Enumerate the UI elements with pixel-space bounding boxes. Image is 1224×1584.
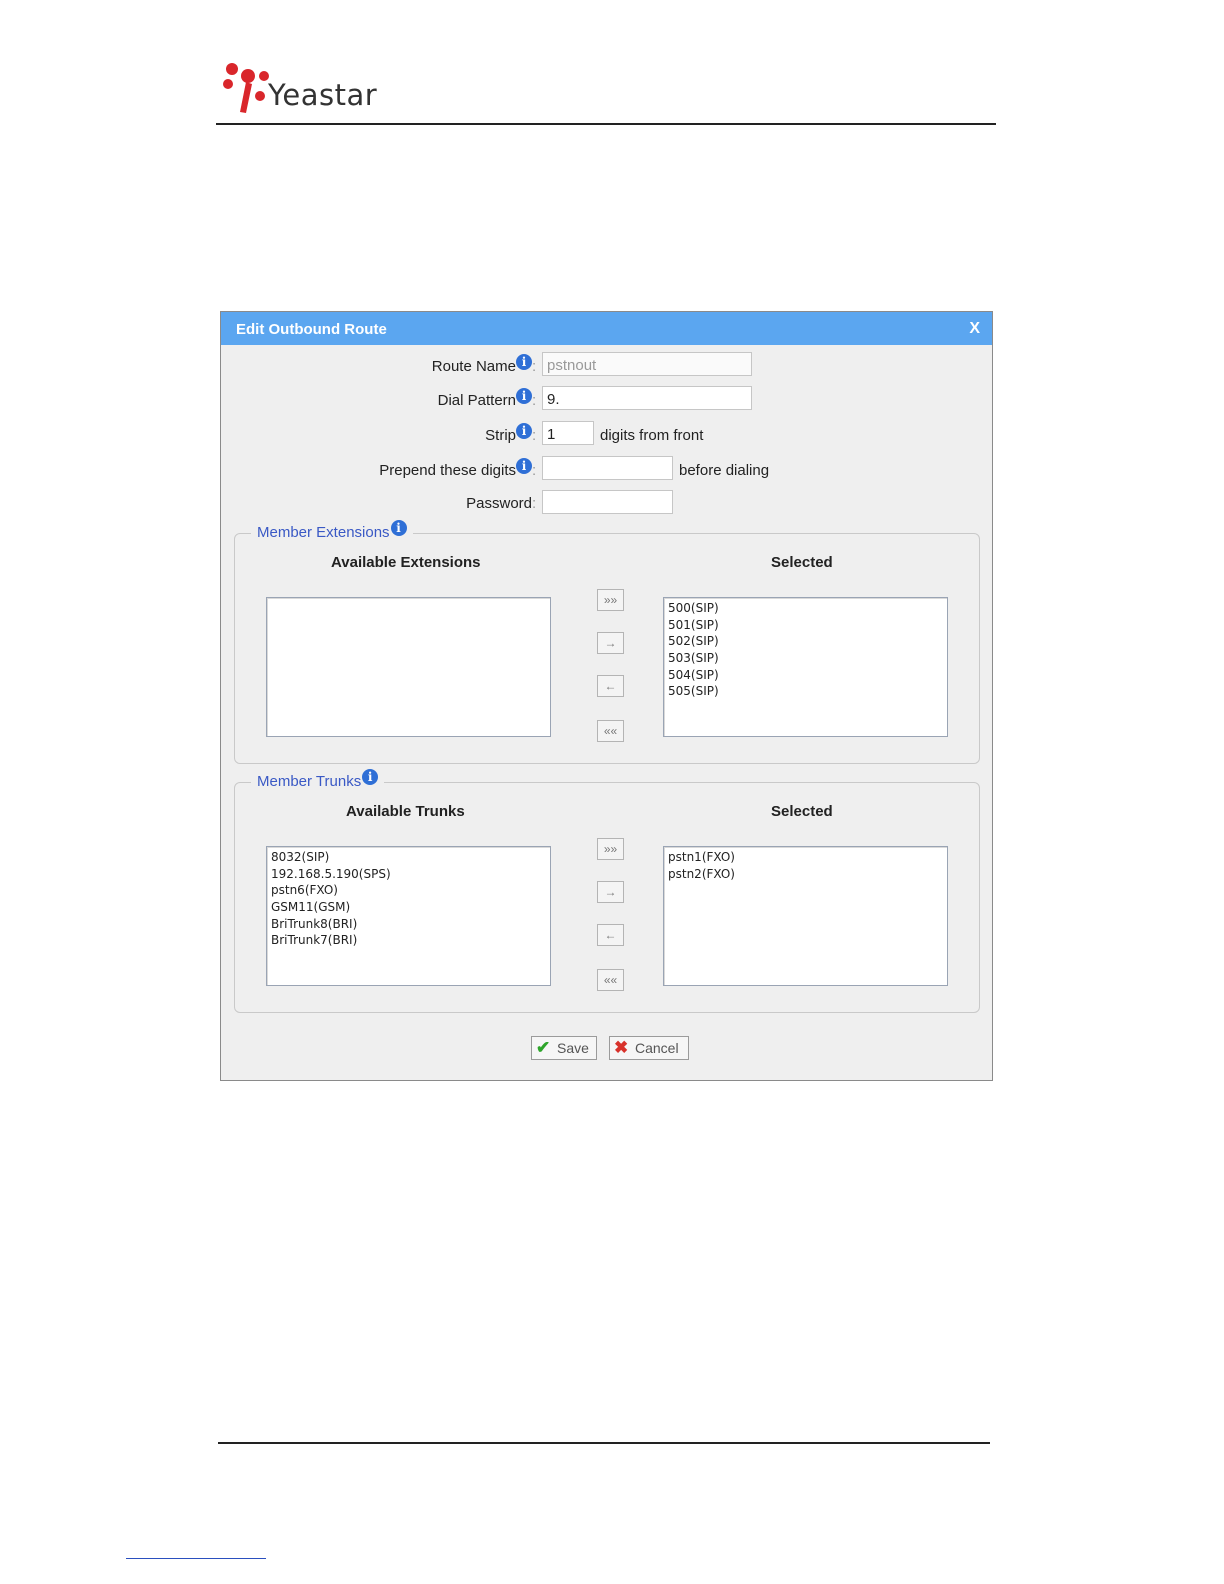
list-option[interactable]: pstn2(FXO) [664,866,947,883]
strip-row: Strip i [221,423,532,447]
available-extensions-list[interactable] [266,597,551,737]
list-option[interactable]: 192.168.5.190(SPS) [267,866,550,883]
info-icon[interactable]: i [362,769,379,785]
list-option[interactable]: 8032(SIP) [267,849,550,866]
list-option[interactable]: 503(SIP) [664,650,947,667]
yeastar-logo-icon [223,63,269,113]
info-icon[interactable]: i [390,520,407,536]
info-icon[interactable]: i [516,388,532,404]
checkmark-icon: ✔ [536,1038,551,1057]
footer-rule [218,1442,990,1444]
move-right-button[interactable]: → [597,881,624,903]
header-rule [216,123,996,125]
colon: : [532,427,537,444]
info-icon[interactable]: i [516,354,532,370]
strip-suffix: digits from front [600,427,704,444]
move-all-right-button[interactable]: »» [597,589,624,611]
available-trunks-title: Available Trunks [346,803,465,820]
password-label: Password [466,495,532,512]
move-all-left-button[interactable]: «« [597,720,624,742]
close-icon[interactable]: X [969,320,980,338]
member-extensions-legend: Member Extensions i [251,520,413,541]
cancel-button[interactable]: ✖ Cancel [609,1036,689,1060]
prepend-input[interactable] [542,456,673,480]
move-left-button[interactable]: ← [597,675,624,697]
password-row: Password [221,491,532,515]
member-trunks-legend: Member Trunks i [251,769,385,790]
colon: : [532,495,537,512]
move-all-right-button[interactable]: »» [597,838,624,860]
selected-trunks-title: Selected [771,803,833,820]
member-extensions-fieldset: Member Extensions i Available Extensions … [234,520,980,764]
info-icon[interactable]: i [516,458,532,474]
route-name-row: Route Name i [221,354,532,378]
brand-name: Yeastar [268,78,378,112]
list-option[interactable]: pstn1(FXO) [664,849,947,866]
strip-input[interactable] [542,421,594,445]
dialog-header: Edit Outbound Route X [221,312,992,345]
cancel-label: Cancel [635,1040,679,1056]
dial-pattern-row: Dial Pattern i [221,388,532,412]
footnote-link-line [126,1558,266,1559]
prepend-row: Prepend these digits i [221,458,532,482]
list-option[interactable]: 501(SIP) [664,617,947,634]
dialog-title: Edit Outbound Route [236,321,387,338]
dial-pattern-label: Dial Pattern [437,392,516,409]
list-option[interactable]: pstn6(FXO) [267,882,550,899]
list-option[interactable]: 504(SIP) [664,667,947,684]
colon: : [532,392,537,409]
list-option[interactable]: 502(SIP) [664,633,947,650]
route-name-label: Route Name [431,358,516,375]
selected-extensions-list[interactable]: 500(SIP) 501(SIP) 502(SIP) 503(SIP) 504(SIP)… [663,597,948,737]
list-option[interactable]: BriTrunk8(BRI) [267,916,550,933]
close-x-icon: ✖ [614,1038,629,1057]
selected-trunks-list[interactable]: pstn1(FXO) pstn2(FXO) [663,846,948,986]
colon: : [532,462,537,479]
prepend-suffix: before dialing [679,462,770,479]
list-option[interactable]: 505(SIP) [664,683,947,700]
list-option[interactable]: GSM11(GSM) [267,899,550,916]
route-name-input[interactable] [542,352,752,376]
info-icon[interactable]: i [516,423,532,439]
save-button[interactable]: ✔ Save [531,1036,597,1060]
yeastar-logo: Yeastar [220,60,380,118]
list-option[interactable]: BriTrunk7(BRI) [267,932,550,949]
password-input[interactable] [542,490,673,514]
save-label: Save [557,1040,589,1056]
edit-outbound-route-dialog: Edit Outbound Route X Route Namei : Dial… [220,311,993,1081]
move-right-button[interactable]: → [597,632,624,654]
list-option[interactable]: 500(SIP) [664,600,947,617]
available-trunks-list[interactable]: 8032(SIP) 192.168.5.190(SPS) pstn6(FXO) GSM… [266,846,551,986]
selected-extensions-title: Selected [771,554,833,571]
available-extensions-title: Available Extensions [331,554,481,571]
move-all-left-button[interactable]: «« [597,969,624,991]
dial-pattern-input[interactable] [542,386,752,410]
prepend-label: Prepend these digits [379,462,516,479]
member-trunks-fieldset: Member Trunks i Available Trunks Selected… [234,769,980,1013]
move-left-button[interactable]: ← [597,924,624,946]
colon: : [532,358,537,375]
strip-label: Strip [485,427,516,444]
